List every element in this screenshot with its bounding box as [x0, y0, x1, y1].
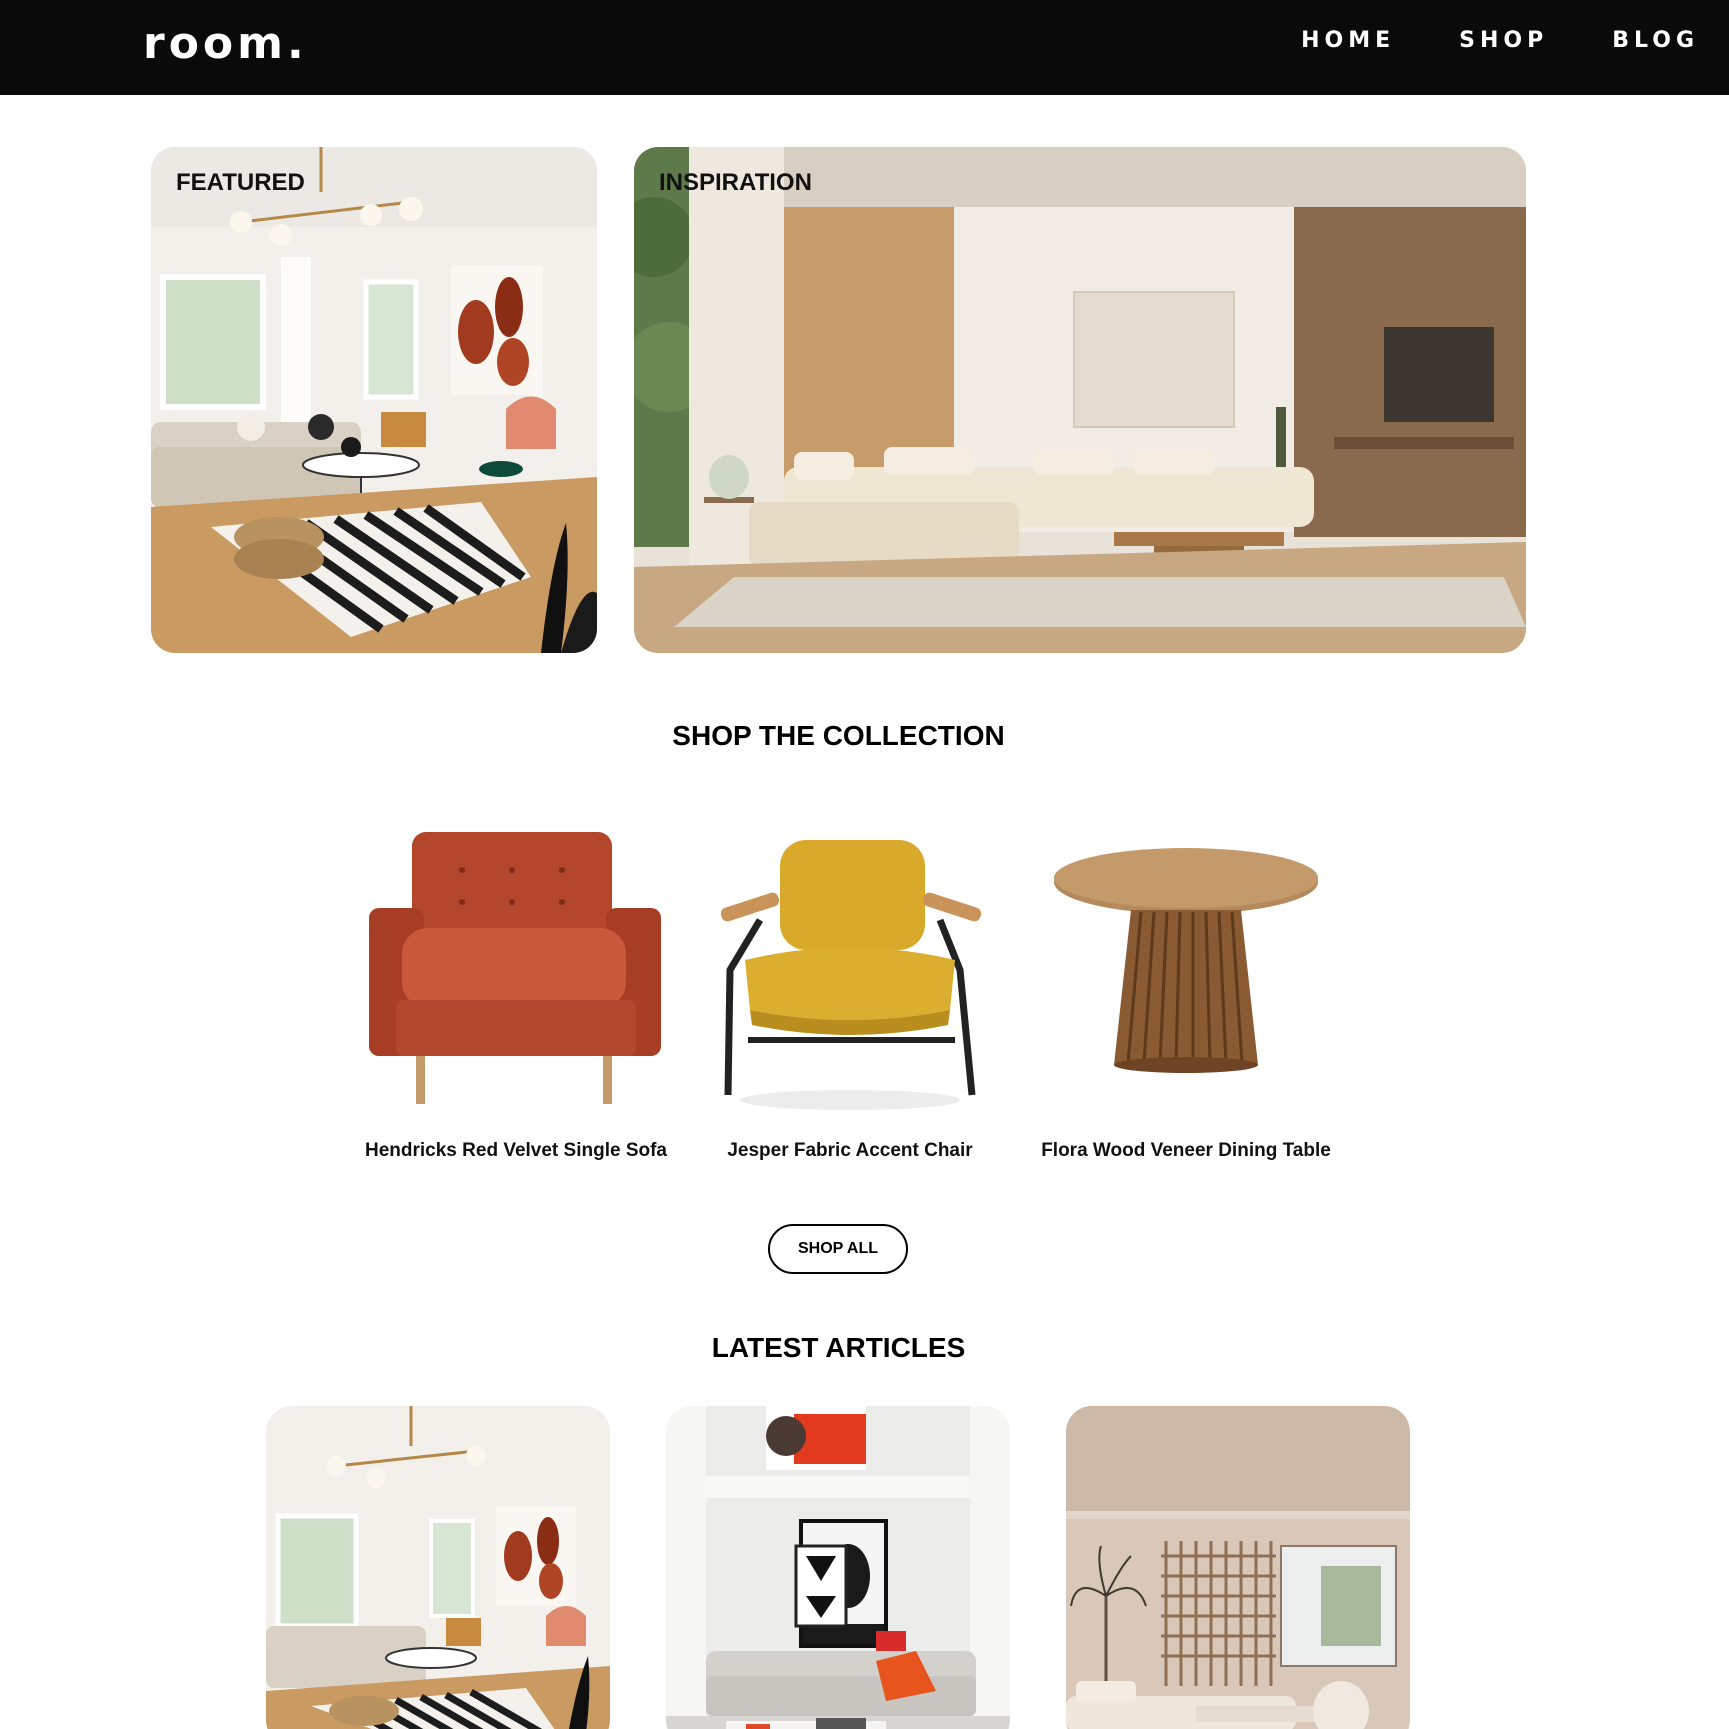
- product-image-accent-chair[interactable]: [700, 810, 1000, 1120]
- featured-label: FEATURED: [176, 169, 305, 196]
- nav-blog-link[interactable]: BLOG: [1612, 28, 1699, 54]
- product-card-accent-chair[interactable]: Jesper Fabric Accent Chair: [700, 810, 1000, 1161]
- collection-heading: SHOP THE COLLECTION: [672, 720, 1005, 751]
- article-card-1[interactable]: [266, 1406, 610, 1729]
- brand-logo[interactable]: room.: [143, 18, 308, 70]
- product-card-red-sofa[interactable]: Hendricks Red Velvet Single Sofa: [365, 810, 667, 1161]
- top-navbar: room. HOME SHOP BLOG: [0, 0, 1729, 95]
- inspiration-label: INSPIRATION: [659, 169, 812, 196]
- product-name[interactable]: Jesper Fabric Accent Chair: [680, 1140, 1020, 1162]
- article-image-japandi-room: [1066, 1406, 1410, 1729]
- product-image-red-sofa[interactable]: [366, 810, 666, 1120]
- article-image-living-room: [266, 1406, 610, 1729]
- articles-heading: LATEST ARTICLES: [711, 1332, 966, 1363]
- featured-card[interactable]: FEATURED: [151, 147, 597, 653]
- product-name[interactable]: Hendricks Red Velvet Single Sofa: [346, 1140, 686, 1162]
- mustard-accent-chair-image: [700, 810, 1000, 1120]
- wood-dining-table-image: [1036, 810, 1336, 1120]
- article-image-gallery-wall: [666, 1406, 1010, 1729]
- nav-shop-link[interactable]: SHOP: [1459, 28, 1548, 54]
- product-name[interactable]: Flora Wood Veneer Dining Table: [1016, 1140, 1356, 1162]
- article-card-3[interactable]: [1066, 1406, 1410, 1729]
- featured-living-room-image: [151, 147, 597, 653]
- inspiration-card[interactable]: INSPIRATION: [634, 147, 1526, 653]
- product-card-dining-table[interactable]: Flora Wood Veneer Dining Table: [1036, 810, 1336, 1161]
- inspiration-living-room-image: [634, 147, 1526, 653]
- main-nav: HOME SHOP BLOG: [1301, 28, 1699, 54]
- nav-home-link[interactable]: HOME: [1301, 28, 1395, 54]
- red-velvet-sofa-image: [366, 810, 666, 1120]
- article-card-2[interactable]: [666, 1406, 1010, 1729]
- shop-all-button[interactable]: SHOP ALL: [768, 1224, 908, 1274]
- product-image-dining-table[interactable]: [1036, 810, 1336, 1120]
